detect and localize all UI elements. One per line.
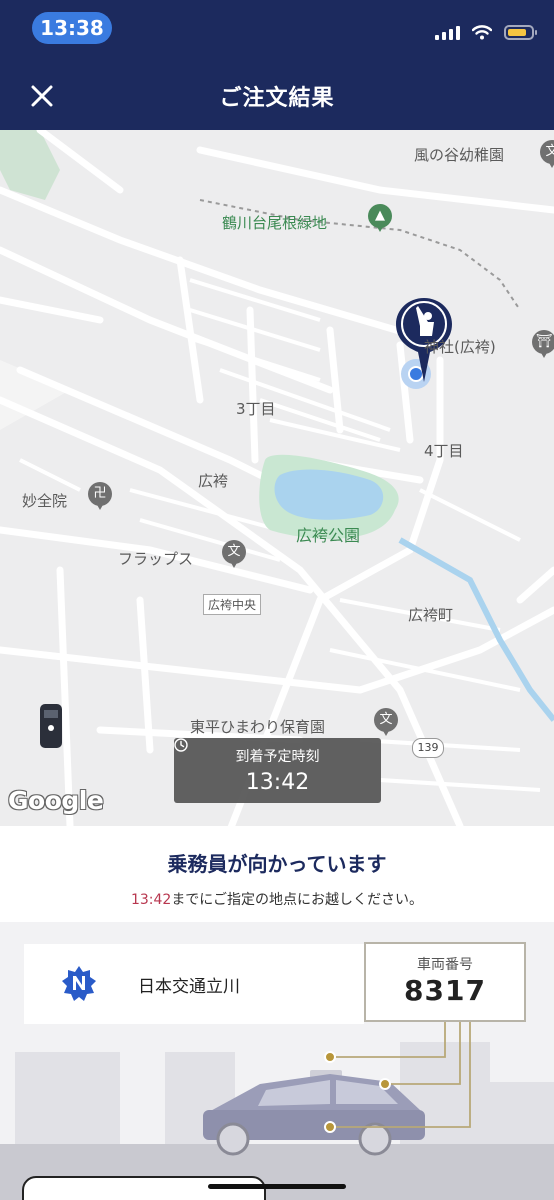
eta-overlay: 到着予定時刻 13:42 — [174, 738, 381, 803]
car-number-label: 車両番号 — [417, 957, 473, 973]
map-label-park: 広袴公園 — [296, 526, 361, 545]
map-label-flaps: フラップス — [118, 550, 194, 568]
clock-icon — [174, 738, 188, 752]
map-label-kindergarten: 風の谷幼稚園 — [414, 146, 505, 164]
map-label-green-area: 鶴川台尾根緑地 — [222, 214, 328, 232]
status-panel: 乗務員が向かっています 13:42までにご指定の地点にお越しください。 — [0, 826, 554, 922]
map-label-block4: 4丁目 — [424, 442, 464, 460]
map-label-hirohakama: 広袴 — [198, 472, 229, 490]
car-number-box: 車両番号 8317 — [364, 942, 526, 1022]
map-label-shrine: 神社(広袴) — [424, 338, 496, 356]
eta-label: 到着予定時刻 — [235, 749, 320, 765]
map-label-temple: 妙全院 — [22, 492, 68, 510]
school-icon[interactable]: 文 — [374, 708, 398, 736]
taxi-car-icon — [40, 704, 62, 748]
map-view[interactable]: 風の谷幼稚園 文 鶴川台尾根緑地 ▲ 神社(広袴) ⛩ 3丁目 4丁目 広袴 妙… — [0, 130, 554, 826]
company-card: 日本交通立川 — [24, 944, 364, 1024]
header-bar: 13:38 ご注文結果 — [0, 0, 554, 130]
status-title: 乗務員が向かっています — [167, 852, 387, 876]
company-name: 日本交通立川 — [138, 977, 240, 997]
battery-icon — [504, 25, 537, 40]
company-logo-icon — [62, 966, 96, 1001]
pickup-time: 13:42 — [130, 892, 172, 908]
status-message: 13:42までにご指定の地点にお越しください。 — [0, 889, 554, 909]
driver-panel: 日本交通立川 車両番号 8317 — [0, 922, 554, 1200]
map-label-nursery: 東平ひまわり保育園 — [190, 718, 326, 736]
status-time: 13:38 — [32, 12, 112, 44]
map-label-hirohakama-town: 広袴町 — [408, 606, 454, 624]
eta-time: 13:42 — [245, 770, 310, 795]
status-indicators — [435, 22, 537, 40]
page-title: ご注文結果 — [219, 86, 335, 111]
park-tree-icon[interactable]: ▲ — [368, 204, 392, 232]
temple-icon[interactable]: 卍 — [88, 482, 112, 510]
map-label-block3: 3丁目 — [236, 400, 276, 418]
wifi-icon — [472, 25, 492, 40]
route-number-badge: 139 — [412, 738, 444, 758]
shrine-icon[interactable]: ⛩ — [532, 330, 554, 358]
status-message-text: までにご指定の地点にお越しください。 — [171, 892, 424, 908]
home-indicator[interactable] — [208, 1184, 346, 1189]
cellular-signal-icon — [435, 26, 460, 40]
taxi-illustration-icon — [203, 1070, 425, 1156]
google-logo: Google — [8, 786, 104, 815]
school-icon[interactable]: 文 — [222, 540, 246, 568]
bus-stop-label: 広袴中央 — [203, 594, 262, 615]
car-number: 8317 — [404, 974, 486, 1007]
